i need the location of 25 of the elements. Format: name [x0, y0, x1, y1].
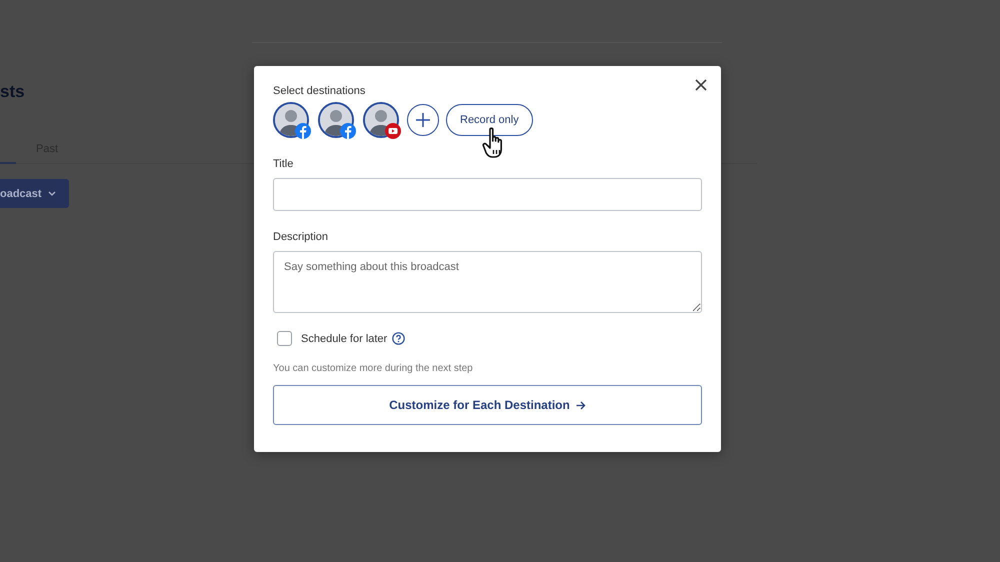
- title-input[interactable]: [273, 178, 702, 211]
- destination-avatar[interactable]: [318, 102, 354, 138]
- destination-avatar[interactable]: [273, 102, 309, 138]
- customize-button[interactable]: Customize for Each Destination: [273, 385, 702, 425]
- schedule-label: Schedule for later: [301, 332, 388, 344]
- destination-avatar[interactable]: [363, 102, 399, 138]
- facebook-badge-icon: [340, 123, 356, 139]
- description-input[interactable]: Say something about this broadcast: [273, 251, 702, 313]
- description-label: Description: [273, 231, 328, 243]
- close-button[interactable]: [694, 78, 708, 92]
- caret-icon: [48, 191, 56, 196]
- help-icon[interactable]: [392, 332, 406, 345]
- new-broadcast-button[interactable]: oadcast: [0, 179, 69, 208]
- arrow-right-icon: [576, 400, 586, 410]
- youtube-badge-icon: [385, 123, 401, 139]
- page-heading: sts: [0, 82, 25, 103]
- schedule-checkbox[interactable]: [277, 331, 292, 346]
- hint-text: You can customize more during the next step: [273, 363, 473, 374]
- destinations-label: Select destinations: [273, 85, 366, 97]
- close-icon: [694, 78, 708, 92]
- facebook-badge-icon: [295, 123, 311, 139]
- record-only-button[interactable]: Record only: [446, 104, 533, 136]
- add-destination-button[interactable]: [407, 104, 439, 136]
- title-label: Title: [273, 158, 294, 170]
- plus-icon: [416, 113, 430, 127]
